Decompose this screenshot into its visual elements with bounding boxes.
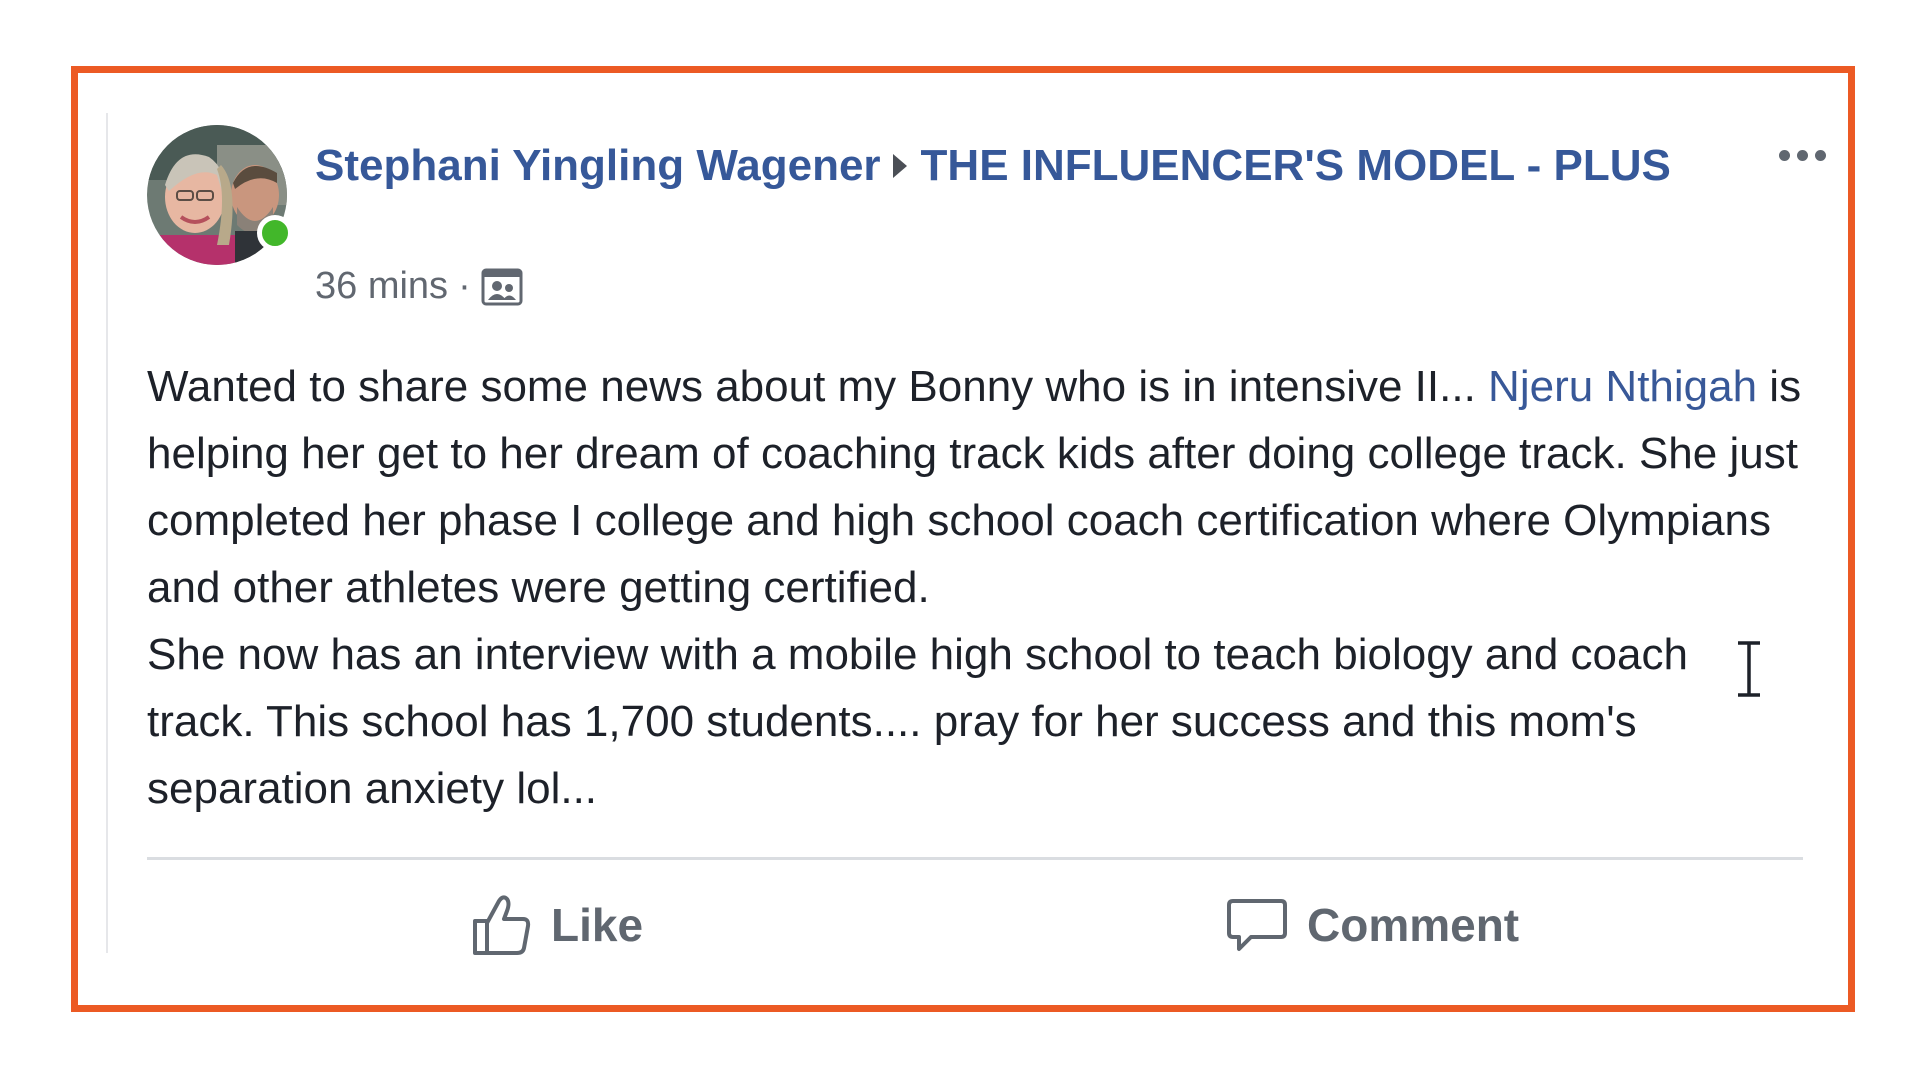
group-privacy-icon[interactable] bbox=[481, 266, 523, 308]
comment-label: Comment bbox=[1307, 899, 1520, 951]
meta-separator: · bbox=[458, 265, 471, 307]
actions-divider bbox=[147, 857, 1803, 860]
timestamp-link[interactable]: 36 mins bbox=[315, 265, 448, 308]
more-options-button[interactable] bbox=[1767, 135, 1837, 175]
text-cursor-icon bbox=[1738, 641, 1760, 697]
triangle-right-icon bbox=[892, 154, 907, 178]
ellipsis-icon-dot bbox=[1778, 149, 1790, 161]
comment-button[interactable]: Comment bbox=[1225, 885, 1519, 965]
post-body: Wanted to share some news about my Bonny… bbox=[147, 353, 1807, 822]
like-label: Like bbox=[551, 899, 644, 951]
ellipsis-icon-dot bbox=[1814, 149, 1826, 161]
post-header: Stephani Yingling Wagener THE INFLUENCER'… bbox=[315, 133, 1685, 199]
mention-link[interactable]: Njeru Nthigah bbox=[1488, 362, 1757, 411]
highlight-frame: Stephani Yingling Wagener THE INFLUENCER'… bbox=[71, 66, 1855, 1012]
avatar[interactable] bbox=[147, 125, 293, 265]
post-actions-bar: Like Comment bbox=[147, 885, 1803, 965]
like-button[interactable]: Like bbox=[469, 885, 643, 965]
thumbs-up-icon bbox=[473, 895, 531, 955]
post-meta: 36 mins · bbox=[315, 265, 523, 308]
online-status-indicator bbox=[257, 215, 293, 251]
group-name-link[interactable]: THE INFLUENCER'S MODEL - PLUS bbox=[921, 141, 1671, 190]
card-left-edge bbox=[106, 113, 108, 953]
ellipsis-icon-dot bbox=[1796, 149, 1808, 161]
author-name-link[interactable]: Stephani Yingling Wagener bbox=[315, 141, 881, 190]
post-body-text-1: Wanted to share some news about my Bonny… bbox=[147, 362, 1489, 411]
speech-bubble-icon bbox=[1227, 899, 1287, 951]
post-body-text-3: She now has an interview with a mobile h… bbox=[147, 630, 1688, 813]
